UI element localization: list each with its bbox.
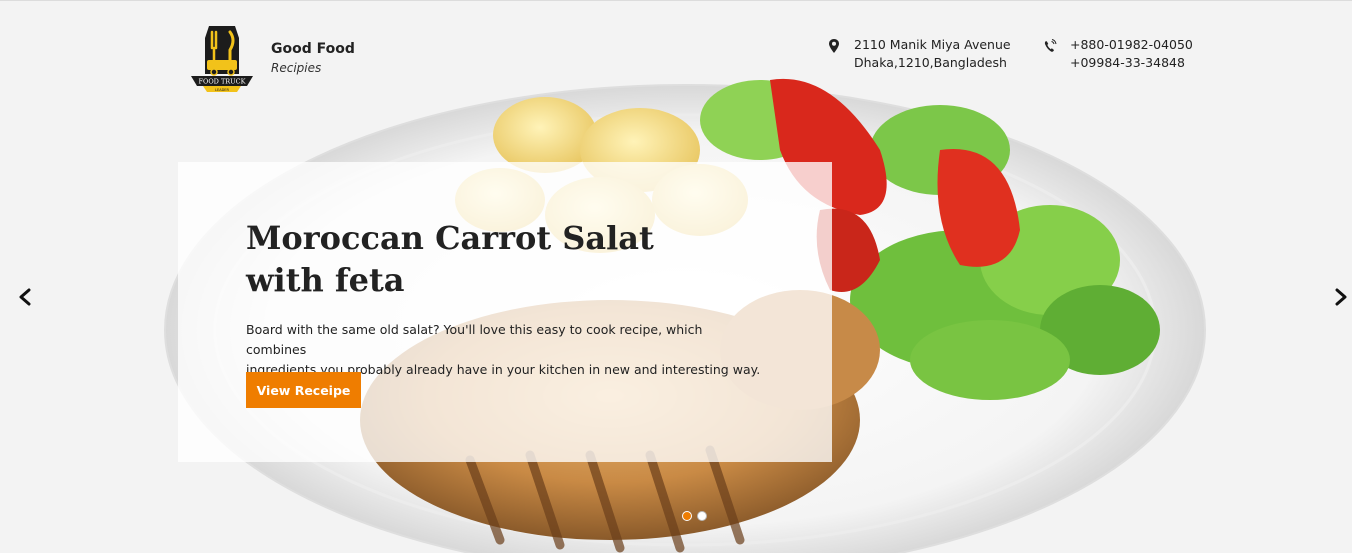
address-text: 2110 Manik Miya Avenue Dhaka,1210,Bangla… xyxy=(854,36,1011,72)
address-line-1: 2110 Manik Miya Avenue xyxy=(854,37,1011,52)
phone-line-2[interactable]: +09984-33-34848 xyxy=(1070,54,1193,72)
brand-tagline: Recipies xyxy=(271,61,322,75)
food-truck-logo-icon[interactable]: FOOD TRUCK LEADER xyxy=(187,22,257,94)
phone-icon xyxy=(1044,39,1057,52)
top-border xyxy=(0,0,1352,1)
chevron-right-icon[interactable] xyxy=(1333,288,1349,306)
slider-dot-1[interactable] xyxy=(682,511,692,521)
logo-text: FOOD TRUCK xyxy=(199,78,246,86)
slide-title-line-2: with feta xyxy=(246,261,405,299)
phone-line-1[interactable]: +880-01982-04050 xyxy=(1070,36,1193,54)
contact-phone: +880-01982-04050 +09984-33-34848 xyxy=(1043,36,1193,72)
brand-text: Good Food Recipies xyxy=(271,41,355,75)
brand-name[interactable]: Good Food xyxy=(271,41,355,57)
map-pin-icon xyxy=(829,39,839,53)
slider-pagination xyxy=(682,511,712,521)
slide-title-line-1: Moroccan Carrot Salat xyxy=(246,219,654,257)
chevron-left-icon[interactable] xyxy=(17,288,33,306)
phone-text: +880-01982-04050 +09984-33-34848 xyxy=(1070,36,1193,72)
slide-title: Moroccan Carrot Salat with feta xyxy=(246,217,666,301)
slide-caption: Moroccan Carrot Salat with feta Board wit… xyxy=(178,162,832,462)
logo-subtext: LEADER xyxy=(215,88,229,92)
slider-dot-2[interactable] xyxy=(697,511,707,521)
contact-address: 2110 Manik Miya Avenue Dhaka,1210,Bangla… xyxy=(827,36,1011,72)
brand[interactable]: FOOD TRUCK LEADER Good Food Recipies xyxy=(187,22,355,94)
address-line-2: Dhaka,1210,Bangladesh xyxy=(854,55,1007,70)
view-recipe-button[interactable]: View Receipe xyxy=(246,372,361,408)
slide-description-line-1: Board with the same old salat? You'll lo… xyxy=(246,322,703,357)
slide-description: Board with the same old salat? You'll lo… xyxy=(246,320,766,380)
